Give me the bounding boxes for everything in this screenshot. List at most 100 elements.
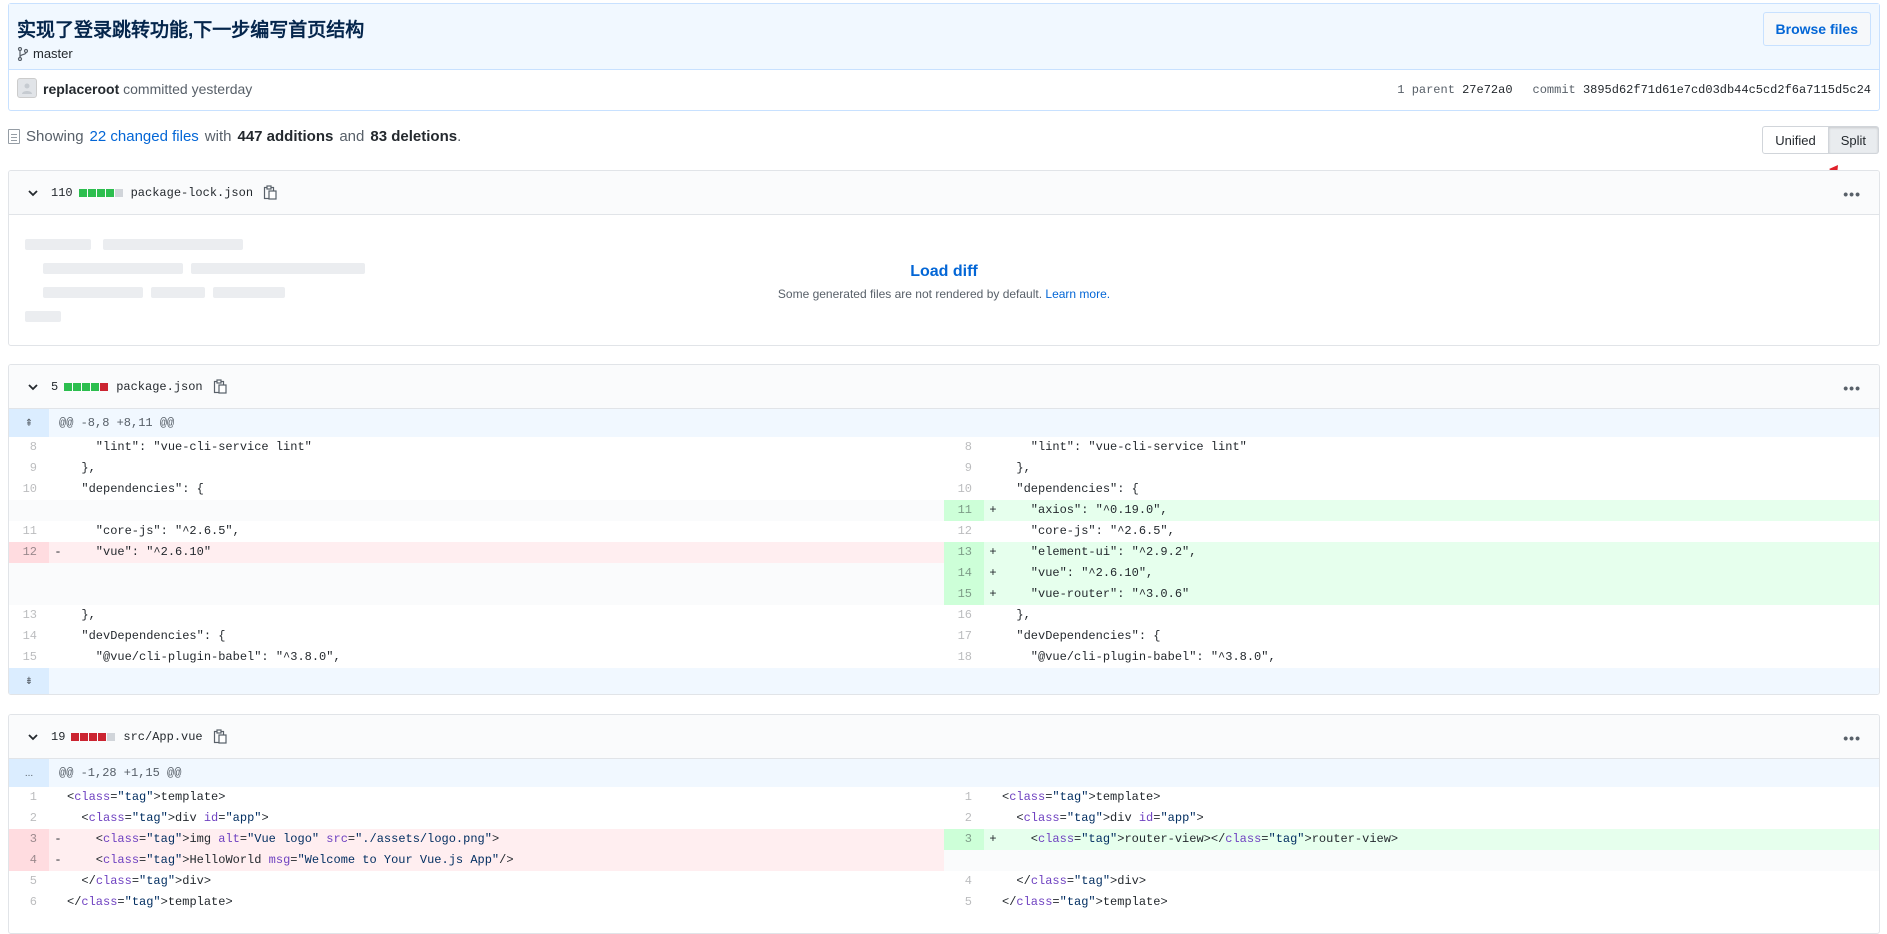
- line-number: [944, 850, 984, 871]
- line-number[interactable]: 3: [9, 829, 49, 850]
- code-line: "vue": "^2.6.10",: [1002, 566, 1154, 580]
- file-name-link[interactable]: package-lock.json: [131, 186, 253, 200]
- line-number[interactable]: 11: [9, 521, 49, 542]
- kebab-menu-icon[interactable]: •••: [1843, 380, 1861, 396]
- file-list-icon[interactable]: [8, 129, 20, 144]
- diffstat-blocks: [64, 382, 109, 391]
- line-number[interactable]: 16: [944, 605, 984, 626]
- author-name[interactable]: replaceroot: [43, 81, 119, 97]
- line-number[interactable]: 15: [9, 647, 49, 668]
- diff-sign: [984, 458, 1002, 479]
- clipboard-icon[interactable]: [263, 184, 277, 201]
- line-number[interactable]: 18: [944, 647, 984, 668]
- load-diff-placeholder: Load diff Some generated files are not r…: [9, 215, 1879, 345]
- clipboard-icon[interactable]: [213, 728, 227, 745]
- diff-row: 13 }, 16 },: [9, 605, 1879, 626]
- line-number[interactable]: 1: [9, 787, 49, 808]
- parent-sha-link[interactable]: 27e72a0: [1462, 83, 1512, 97]
- line-number[interactable]: 15: [944, 584, 984, 605]
- hunk-range: @@ -1,28 +1,15 @@: [59, 766, 182, 780]
- diffstat-block: [96, 188, 105, 197]
- change-count: 19: [51, 729, 66, 744]
- diff-sign: -: [54, 832, 62, 846]
- code-line: </class="tag">div>: [1002, 874, 1147, 888]
- deletions-count: 83 deletions: [370, 128, 458, 145]
- diff-sign: [49, 626, 67, 647]
- chevron-down-icon[interactable]: [27, 187, 39, 199]
- clipboard-icon[interactable]: [213, 378, 227, 395]
- diff-sign: [984, 647, 1002, 668]
- diff-sign: [49, 892, 67, 913]
- code-line: "@vue/cli-plugin-babel": "^3.8.0",: [67, 650, 341, 664]
- unified-button[interactable]: Unified: [1762, 126, 1829, 154]
- hunk-range: @@ -8,8 +8,11 @@: [59, 416, 175, 430]
- line-number[interactable]: 10: [944, 479, 984, 500]
- diffstat-block: [100, 382, 109, 391]
- kebab-menu-icon[interactable]: •••: [1843, 730, 1861, 746]
- line-number[interactable]: 8: [9, 437, 49, 458]
- learn-more-link[interactable]: Learn more.: [1045, 287, 1110, 301]
- kebab-menu-icon[interactable]: •••: [1843, 186, 1861, 202]
- diff-row: 8 "lint": "vue-cli-service lint" 8 "lint"…: [9, 437, 1879, 458]
- user-icon: [22, 83, 32, 94]
- file-name-link[interactable]: package.json: [116, 380, 202, 394]
- line-number[interactable]: 13: [944, 542, 984, 563]
- expand-up-icon[interactable]: ⇞: [9, 409, 49, 437]
- code-line: "@vue/cli-plugin-babel": "^3.8.0",: [1002, 650, 1276, 664]
- line-number[interactable]: 2: [9, 808, 49, 829]
- line-number[interactable]: 17: [944, 626, 984, 647]
- hunk-footer: ⇟: [9, 668, 1879, 694]
- file-header: 19 src/App.vue •••: [9, 715, 1879, 759]
- branch-name: master: [33, 46, 73, 61]
- line-number[interactable]: 14: [944, 563, 984, 584]
- line-number[interactable]: 1: [944, 787, 984, 808]
- line-number: [9, 500, 49, 521]
- code-line: </class="tag">template>: [1002, 895, 1168, 909]
- toc-and: and: [339, 128, 365, 145]
- diffstat-block: [71, 732, 80, 741]
- line-number[interactable]: 13: [9, 605, 49, 626]
- line-number[interactable]: 3: [944, 829, 984, 850]
- branch-indicator[interactable]: master: [17, 46, 73, 61]
- expand-hunk-button[interactable]: ...: [9, 759, 49, 787]
- line-number[interactable]: 5: [944, 892, 984, 913]
- generated-files-text: Some generated files are not rendered by…: [777, 287, 1043, 301]
- avatar[interactable]: [17, 78, 37, 98]
- code-line: "lint": "vue-cli-service lint": [67, 440, 312, 454]
- code-line: <class="tag">img alt="Vue logo" src="./a…: [67, 832, 500, 846]
- diff-sign: [984, 521, 1002, 542]
- changed-files-link[interactable]: 22 changed files: [90, 128, 199, 145]
- line-number[interactable]: 4: [944, 871, 984, 892]
- line-number[interactable]: 9: [9, 458, 49, 479]
- file-diff-package-lock: 110 package-lock.json ••• Load diff Some…: [8, 170, 1880, 346]
- line-number[interactable]: 6: [9, 892, 49, 913]
- line-number[interactable]: 8: [944, 437, 984, 458]
- load-diff-link[interactable]: Load diff: [9, 263, 1879, 281]
- diff-sign: [49, 584, 67, 605]
- diff-sign: [49, 563, 67, 584]
- line-number[interactable]: 11: [944, 500, 984, 521]
- diff-sign: [984, 437, 1002, 458]
- line-number[interactable]: 9: [944, 458, 984, 479]
- line-number[interactable]: 2: [944, 808, 984, 829]
- file-name-link[interactable]: src/App.vue: [123, 730, 202, 744]
- line-number[interactable]: 4: [9, 850, 49, 871]
- diffstat-block: [98, 732, 107, 741]
- chevron-down-icon[interactable]: [27, 381, 39, 393]
- browse-files-button[interactable]: Browse files: [1762, 12, 1871, 46]
- line-number[interactable]: 14: [9, 626, 49, 647]
- diffstat-block: [89, 732, 98, 741]
- right-side-line: 2 <class="tag">div id="app">: [944, 808, 1879, 829]
- line-number[interactable]: 12: [9, 542, 49, 563]
- line-number[interactable]: 12: [944, 521, 984, 542]
- expand-down-icon[interactable]: ⇟: [9, 668, 49, 694]
- line-number[interactable]: 5: [9, 871, 49, 892]
- commit-label: commit: [1532, 83, 1576, 97]
- line-number[interactable]: 10: [9, 479, 49, 500]
- commit-title: 实现了登录跳转功能,下一步编写首页结构: [17, 20, 365, 41]
- toc-period: .: [457, 128, 462, 145]
- split-button[interactable]: Split: [1828, 126, 1879, 154]
- code-line: <class="tag">HelloWorld msg="Welcome to …: [67, 853, 514, 867]
- code-line: <class="tag">div id="app">: [1002, 811, 1204, 825]
- chevron-down-icon[interactable]: [27, 731, 39, 743]
